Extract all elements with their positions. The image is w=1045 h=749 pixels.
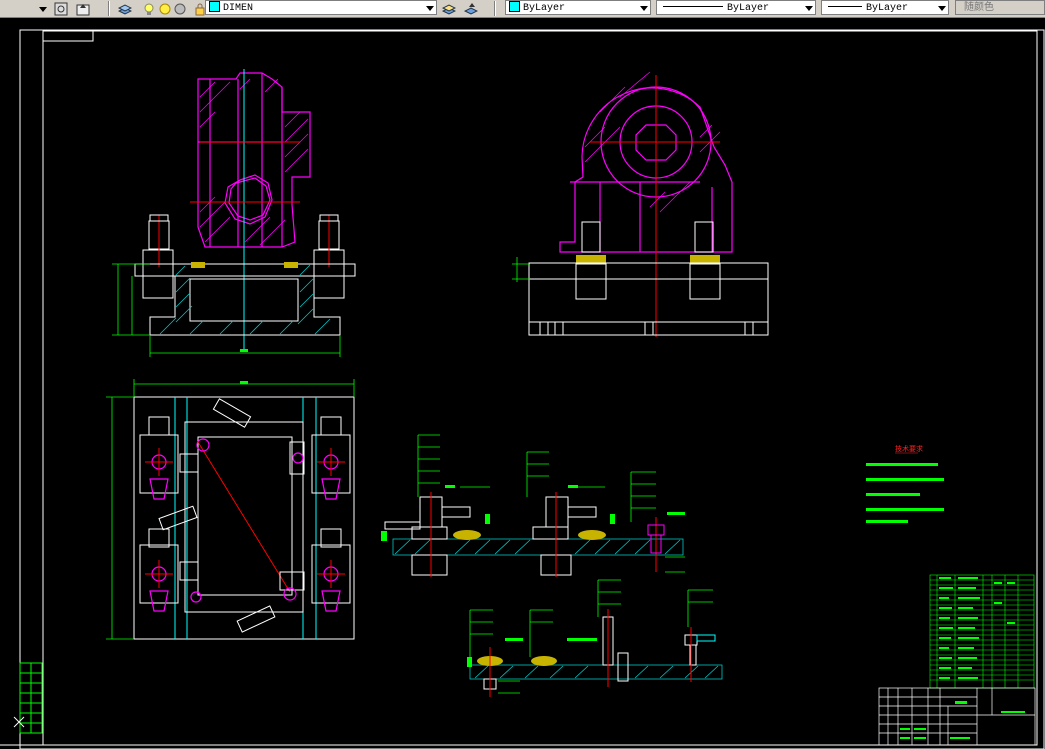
chevron-down-icon [426, 6, 434, 11]
detail-b-locators [477, 656, 557, 666]
layer-manager-icon[interactable] [117, 1, 133, 15]
title-block [878, 687, 1036, 746]
side-view-base [528, 262, 769, 336]
layer-name: DIMEN [223, 3, 254, 14]
plotstyle-control-dropdown[interactable]: 随颜色 [955, 0, 1045, 15]
layer-previous-icon[interactable] [76, 1, 90, 16]
detail-a-hatch [392, 538, 684, 556]
color-control-dropdown[interactable]: ByLayer [505, 0, 651, 15]
color-swatch [509, 1, 520, 13]
front-view-workpiece [197, 72, 311, 248]
technical-requirements-lines [866, 463, 944, 523]
chevron-down-icon [640, 6, 648, 11]
lineweight-control-dropdown[interactable]: ByLayer [821, 0, 949, 15]
top-view-dimensions [106, 379, 355, 640]
top-view-diagonal [197, 441, 291, 593]
sheet-inner-border [42, 30, 1038, 746]
linetype-control-value: ByLayer [727, 3, 770, 14]
parts-list-text-marks [939, 577, 1015, 679]
front-view-dimensions [112, 263, 341, 357]
side-view [512, 71, 769, 337]
top-view-locating-blocks [158, 398, 305, 633]
technical-requirements-title: 技术要求 [895, 444, 923, 453]
lightbulb-icon[interactable] [142, 1, 156, 15]
linetype-sample [663, 5, 723, 7]
technical-requirements: 技术要求 [866, 444, 944, 523]
detail-section-a [381, 434, 685, 577]
ucs-icon [0, 716, 60, 746]
drawing-canvas[interactable]: 技术要求 [0, 17, 1045, 749]
sheet-outer-border [19, 29, 1045, 749]
front-view-base-hatch [159, 264, 331, 335]
detail-section-b [467, 579, 723, 697]
sun-icon[interactable] [158, 1, 172, 15]
make-current-layer-icon[interactable] [441, 1, 457, 15]
detail-a-clamps [384, 496, 597, 576]
side-label-table [19, 662, 43, 734]
detail-b-hatch [469, 664, 723, 680]
dropdown-arrow-icon[interactable] [36, 1, 50, 15]
viewport-freeze-icon[interactable] [173, 1, 187, 15]
detail-b-parts [483, 616, 698, 690]
parts-list-table [929, 574, 1035, 689]
side-view-workpiece [559, 86, 733, 253]
color-control-value: ByLayer [523, 3, 566, 14]
detail-a-locators [453, 530, 606, 540]
properties-toolbar: DIMEN ByLayer ByLayer ByLayer 随颜色 [0, 0, 1045, 18]
chevron-down-icon [805, 6, 813, 11]
front-view-hatch [199, 78, 309, 246]
layer-color-swatch [209, 1, 220, 13]
detail-b-leaders [469, 579, 713, 694]
plotstyle-control-value: 随颜色 [964, 3, 994, 14]
layer-states-icon[interactable] [54, 1, 68, 16]
layer-dropdown[interactable]: DIMEN [205, 0, 437, 15]
detail-b-pin [696, 634, 716, 642]
lineweight-control-value: ByLayer [866, 3, 909, 14]
linetype-control-dropdown[interactable]: ByLayer [656, 0, 816, 15]
side-view-dimensions [512, 257, 530, 282]
top-view [106, 379, 355, 640]
detail-b-centers [489, 609, 692, 697]
front-view [112, 69, 356, 357]
layer-previous-icon[interactable] [463, 1, 479, 15]
chevron-down-icon [938, 6, 946, 11]
lineweight-sample [828, 5, 862, 7]
side-view-locators [576, 255, 720, 263]
sheet-corner-box [42, 30, 94, 42]
front-view-base [134, 263, 356, 336]
top-view-locating-pins [190, 438, 304, 603]
top-view-clamp-assemblies [139, 416, 351, 604]
